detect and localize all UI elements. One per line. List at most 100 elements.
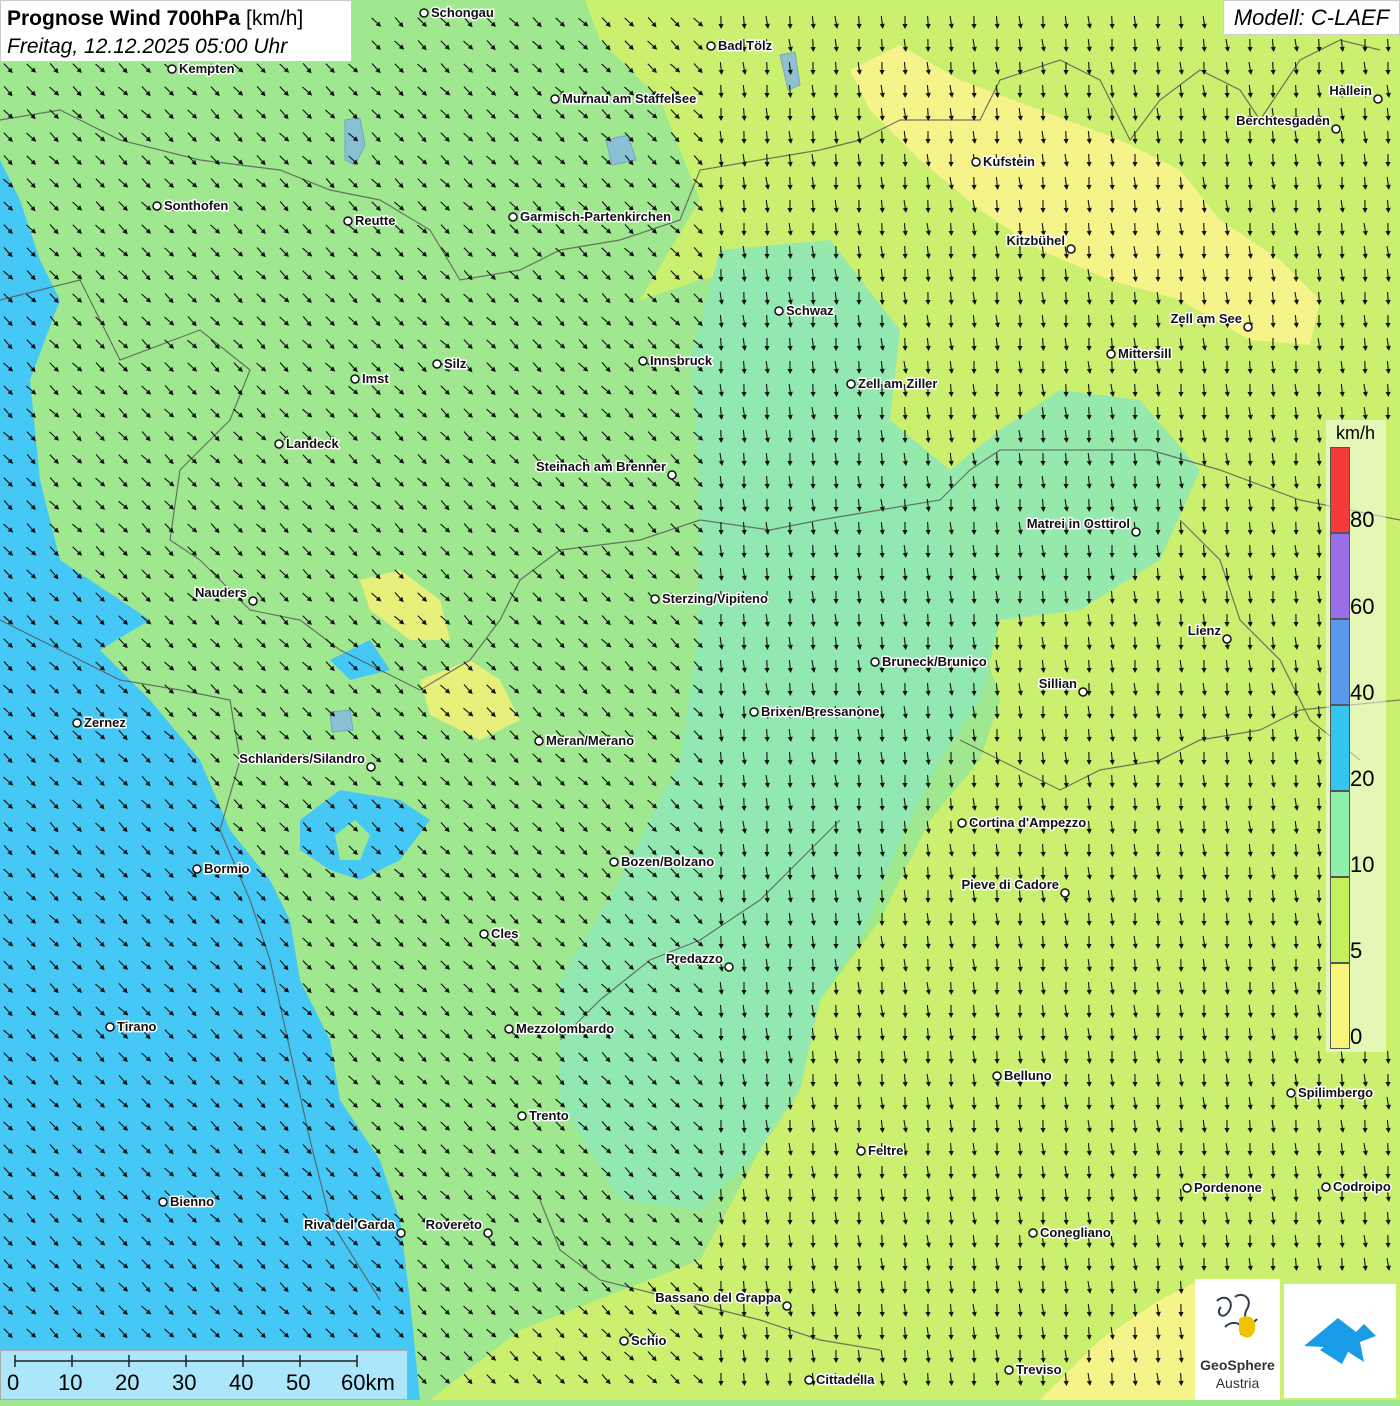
city-label: Bruneck/Brunico bbox=[882, 654, 987, 669]
city-label: Bassano del Grappa bbox=[655, 1290, 781, 1305]
city-dot bbox=[1107, 350, 1115, 358]
city-dot bbox=[1374, 95, 1382, 103]
city-dot bbox=[871, 658, 879, 666]
city-marker: Cittadella bbox=[805, 1372, 875, 1387]
city-label: Tirano bbox=[117, 1019, 157, 1034]
city-marker: Spilimbergo bbox=[1287, 1085, 1373, 1100]
scale-label: 30 bbox=[172, 1370, 196, 1396]
city-dot bbox=[484, 1229, 492, 1237]
legend-tick-label: 40 bbox=[1350, 680, 1374, 706]
map-title-box: Prognose Wind 700hPa [km/h] Freitag, 12.… bbox=[0, 0, 352, 62]
city-marker: Meran/Merano bbox=[535, 733, 634, 748]
city-label: Pordenone bbox=[1194, 1180, 1262, 1195]
legend-tick-label: 5 bbox=[1350, 938, 1362, 964]
city-dot bbox=[351, 375, 359, 383]
city-label: Conegliano bbox=[1040, 1225, 1111, 1240]
app-logo[interactable] bbox=[1284, 1284, 1396, 1398]
city-label: Schwaz bbox=[786, 303, 834, 318]
app-logo-icon bbox=[1284, 1284, 1396, 1398]
map-title-unit: [km/h] bbox=[240, 7, 303, 30]
city-dot bbox=[1223, 635, 1231, 643]
city-marker: Zell am Ziller bbox=[847, 376, 937, 391]
city-label: Steinach am Brenner bbox=[536, 459, 666, 474]
city-dot bbox=[249, 597, 257, 605]
city-label: Sterzing/Vipiteno bbox=[662, 591, 768, 606]
city-label: Bienno bbox=[170, 1194, 214, 1209]
legend-bin bbox=[1330, 791, 1350, 877]
city-label: Garmisch-Partenkirchen bbox=[520, 209, 671, 224]
city-marker: Codroipo bbox=[1322, 1179, 1391, 1194]
city-dot bbox=[775, 307, 783, 315]
city-marker: Murnau am Staffelsee bbox=[551, 91, 696, 106]
city-label: Schlanders/Silandro bbox=[239, 751, 365, 766]
city-dot bbox=[275, 440, 283, 448]
legend-unit: km/h bbox=[1336, 423, 1375, 444]
city-marker: Innsbruck bbox=[639, 353, 713, 368]
legend-bin bbox=[1330, 447, 1350, 533]
city-dot bbox=[993, 1072, 1001, 1080]
legend-bin bbox=[1330, 877, 1350, 963]
city-label: Brixen/Bressanone bbox=[761, 704, 880, 719]
city-dot bbox=[1079, 688, 1087, 696]
city-dot bbox=[1244, 323, 1252, 331]
city-label: Feltre bbox=[868, 1143, 903, 1158]
city-dot bbox=[639, 357, 647, 365]
city-dot bbox=[397, 1229, 405, 1237]
scale-label: 10 bbox=[58, 1370, 82, 1396]
city-label: Matrei in Osttirol bbox=[1027, 516, 1130, 531]
city-label: Murnau am Staffelsee bbox=[562, 91, 696, 106]
city-label: Riva del Garda bbox=[304, 1217, 396, 1232]
legend-bin bbox=[1330, 619, 1350, 705]
city-dot bbox=[972, 158, 980, 166]
city-dot bbox=[610, 858, 618, 866]
city-marker: Sterzing/Vipiteno bbox=[651, 591, 768, 606]
city-label: Reutte bbox=[355, 213, 395, 228]
city-dot bbox=[620, 1337, 628, 1345]
city-label: Zell am See bbox=[1170, 311, 1242, 326]
city-dot bbox=[106, 1023, 114, 1031]
wind-forecast-map: Schongau Bad Tölz Kempten Murnau am Staffel… bbox=[0, 0, 1400, 1400]
city-marker: Conegliano bbox=[1029, 1225, 1111, 1240]
city-dot bbox=[750, 708, 758, 716]
city-label: Meran/Merano bbox=[546, 733, 634, 748]
city-dot bbox=[1067, 245, 1075, 253]
city-label: Sillian bbox=[1039, 676, 1077, 691]
city-dot bbox=[1029, 1229, 1037, 1237]
city-label: Kitzbühel bbox=[1007, 233, 1066, 248]
city-dot bbox=[168, 65, 176, 73]
city-dot bbox=[857, 1147, 865, 1155]
city-dot bbox=[1005, 1366, 1013, 1374]
city-label: Zell am Ziller bbox=[858, 376, 937, 391]
city-label: Codroipo bbox=[1333, 1179, 1391, 1194]
city-marker: Bruneck/Brunico bbox=[871, 654, 987, 669]
legend-bin bbox=[1330, 533, 1350, 619]
city-dot bbox=[707, 42, 715, 50]
legend-bin bbox=[1330, 963, 1350, 1049]
city-dot bbox=[805, 1376, 813, 1384]
city-label: Bad Tölz bbox=[718, 38, 773, 53]
city-label: Rovereto bbox=[426, 1217, 482, 1232]
city-label: Bormio bbox=[204, 861, 250, 876]
map-title: Prognose Wind 700hPa bbox=[7, 7, 240, 30]
city-label: Trento bbox=[529, 1108, 569, 1123]
legend-tick-label: 20 bbox=[1350, 766, 1374, 792]
city-label: Cles bbox=[491, 926, 518, 941]
geosphere-logo[interactable]: GeoSphere Austria bbox=[1195, 1279, 1280, 1400]
city-label: Bozen/Bolzano bbox=[621, 854, 714, 869]
scale-label: 50 bbox=[286, 1370, 310, 1396]
city-dot bbox=[509, 213, 517, 221]
city-label: Predazzo bbox=[666, 951, 723, 966]
city-dot bbox=[420, 9, 428, 17]
scale-label: 60km bbox=[341, 1370, 395, 1396]
city-dot bbox=[1132, 528, 1140, 536]
city-dot bbox=[159, 1198, 167, 1206]
city-label: Treviso bbox=[1016, 1362, 1062, 1377]
city-label: Nauders bbox=[195, 585, 247, 600]
city-marker: Mezzolombardo bbox=[505, 1021, 614, 1036]
city-dot bbox=[1322, 1183, 1330, 1191]
city-dot bbox=[651, 595, 659, 603]
city-label: Schongau bbox=[431, 5, 494, 20]
city-label: Kempten bbox=[179, 61, 235, 76]
legend-tick-label: 10 bbox=[1350, 852, 1374, 878]
city-dot bbox=[668, 471, 676, 479]
